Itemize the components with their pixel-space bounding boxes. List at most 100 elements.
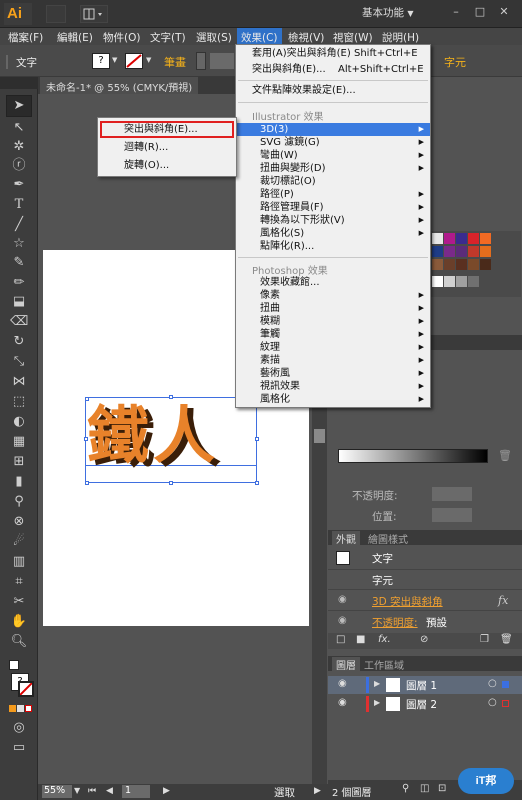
star-tool-icon[interactable]: ☆ xyxy=(10,236,28,252)
stroke-weight-field[interactable] xyxy=(210,53,234,69)
layer-name[interactable]: 圖層 2 xyxy=(406,697,437,712)
visibility-eye-icon[interactable]: ◉ xyxy=(338,697,347,708)
stroke-label[interactable]: 筆畫 xyxy=(164,54,186,70)
appearance-character[interactable]: 字元 xyxy=(372,573,393,588)
handle-bottom-center[interactable] xyxy=(169,481,173,485)
duplicate-item-icon[interactable]: ❐ xyxy=(480,634,489,645)
minimize-button[interactable]: – xyxy=(448,4,464,20)
draw-mode-icon[interactable]: ◎ xyxy=(10,720,28,736)
first-artboard-icon[interactable]: ⏮ xyxy=(88,786,96,796)
fill-swatch[interactable]: ? xyxy=(92,53,110,69)
menu-item-pixelate[interactable]: 像素 ▶ xyxy=(236,289,430,302)
screen-mode-icon[interactable]: ▭ xyxy=(10,740,28,756)
submenu-item-rotate[interactable]: 旋轉(O)... xyxy=(98,158,236,174)
stroke-dropdown-icon[interactable]: ▼ xyxy=(146,56,151,64)
gradient-tool-icon[interactable]: ▮ xyxy=(10,474,28,490)
submenu-item-revolve[interactable]: 迴轉(R)... xyxy=(98,140,236,156)
menu-item-3d[interactable]: 3D(3) ▶ xyxy=(236,123,430,136)
clear-appearance-icon[interactable]: ⊘ xyxy=(420,634,428,645)
gradient-slider[interactable] xyxy=(338,449,488,463)
menu-item-stylize-ps[interactable]: 風格化 ▶ xyxy=(236,393,430,406)
menu-item-effect-gallery[interactable]: 效果收藏館... xyxy=(236,276,430,289)
zoom-dropdown-icon[interactable]: ▼ xyxy=(74,786,80,795)
paintbrush-tool-icon[interactable]: ✎ xyxy=(10,255,28,271)
next-artboard-icon[interactable]: ▶ xyxy=(163,786,170,796)
scale-tool-icon[interactable]: ⤡ xyxy=(10,354,28,370)
menu-item-path[interactable]: 路徑(P) ▶ xyxy=(236,188,430,201)
layer-name[interactable]: 圖層 1 xyxy=(406,678,437,693)
symbol-sprayer-tool-icon[interactable]: ☄ xyxy=(10,534,28,550)
lasso-tool-icon[interactable]: ⓡ xyxy=(10,158,28,174)
fill-dropdown-icon[interactable]: ▼ xyxy=(112,56,117,64)
swatch[interactable] xyxy=(444,246,455,257)
clipping-mask-icon[interactable]: ◫ xyxy=(420,783,429,794)
arrange-documents-icon[interactable] xyxy=(80,5,108,23)
column-graph-tool-icon[interactable]: ▥ xyxy=(10,554,28,570)
add-effect-icon[interactable]: fx. xyxy=(378,634,391,645)
menu-item-warp[interactable]: 彎曲(W) ▶ xyxy=(236,149,430,162)
tab-graphic-styles[interactable]: 繪圖樣式 xyxy=(368,531,408,546)
selection-indicator[interactable] xyxy=(502,700,509,707)
expand-arrow-icon[interactable]: ▶ xyxy=(374,698,380,707)
status-menu-icon[interactable]: ▶ xyxy=(314,786,321,796)
swatch[interactable] xyxy=(444,259,455,270)
swatch[interactable] xyxy=(468,276,479,287)
menu-type[interactable]: 文字(T) xyxy=(150,30,186,45)
menu-item-artistic[interactable]: 藝術風 ▶ xyxy=(236,367,430,380)
close-button[interactable]: ✕ xyxy=(496,4,512,20)
target-icon[interactable]: ○ xyxy=(488,678,497,689)
target-icon[interactable]: ○ xyxy=(488,697,497,708)
menu-item-apply-last-effect[interactable]: 套用(A)突出與斜角(E) Shift+Ctrl+E xyxy=(236,47,430,60)
menu-item-video[interactable]: 視訊效果 ▶ xyxy=(236,380,430,393)
swatch[interactable] xyxy=(468,259,479,270)
swatch[interactable] xyxy=(456,233,467,244)
pencil-tool-icon[interactable]: ✏ xyxy=(10,275,28,291)
opacity-field[interactable] xyxy=(432,487,472,501)
handle-bottom-left[interactable] xyxy=(85,481,89,485)
trash-icon[interactable]: 🗑︎ xyxy=(498,449,512,462)
blob-brush-tool-icon[interactable]: ⬓ xyxy=(10,294,28,310)
selection-indicator[interactable] xyxy=(502,681,509,688)
maximize-button[interactable]: □ xyxy=(472,4,488,20)
character-label[interactable]: 字元 xyxy=(444,54,466,70)
tab-layers[interactable]: 圖層 xyxy=(332,657,360,672)
tab-appearance[interactable]: 外觀 xyxy=(332,531,360,546)
width-tool-icon[interactable]: ⋈ xyxy=(10,374,28,390)
add-fill-icon[interactable]: ■ xyxy=(356,634,365,645)
menu-file[interactable]: 檔案(F) xyxy=(8,30,43,45)
menu-item-crop-marks[interactable]: 裁切標記(O) xyxy=(236,175,430,188)
swatch[interactable] xyxy=(444,233,455,244)
menu-edit[interactable]: 編輯(E) xyxy=(57,30,93,45)
none-mode-icon[interactable] xyxy=(25,705,32,712)
shape-builder-tool-icon[interactable]: ◐ xyxy=(10,414,28,430)
delete-item-icon[interactable]: 🗑︎ xyxy=(500,634,513,645)
swatch[interactable] xyxy=(432,276,443,287)
tab-artboards[interactable]: 工作區域 xyxy=(364,657,404,672)
menu-item-brush-strokes[interactable]: 筆觸 ▶ xyxy=(236,328,430,341)
menu-item-distort-transform[interactable]: 扭曲與變形(D) ▶ xyxy=(236,162,430,175)
layer-row[interactable]: ◉ ▶ 圖層 2 ○ xyxy=(328,695,522,713)
menu-effect[interactable]: 效果(C) xyxy=(237,28,282,45)
stroke-weight-stepper[interactable] xyxy=(196,52,206,70)
magic-wand-tool-icon[interactable]: ✲ xyxy=(10,139,28,155)
slice-tool-icon[interactable]: ✂ xyxy=(10,594,28,610)
color-mode-icon[interactable] xyxy=(9,705,16,712)
default-colors-icon[interactable] xyxy=(9,660,19,670)
document-tab[interactable]: 未命名-1* @ 55% (CMYK/預視) xyxy=(40,77,199,94)
artboard-tool-icon[interactable]: ⌗ xyxy=(10,574,28,590)
menu-item-convert-to-shape[interactable]: 轉換為以下形狀(V) ▶ xyxy=(236,214,430,227)
appearance-effect-3d[interactable]: 3D 突出與斜角 xyxy=(372,594,443,609)
visibility-eye-icon[interactable]: ◉ xyxy=(338,615,347,626)
fx-icon[interactable]: fx xyxy=(498,594,508,607)
scrollbar-thumb[interactable] xyxy=(314,429,325,443)
expand-arrow-icon[interactable]: ▶ xyxy=(374,679,380,688)
appearance-opacity[interactable]: 不透明度: xyxy=(372,615,418,630)
menu-item-sketch[interactable]: 素描 ▶ xyxy=(236,354,430,367)
new-sublayer-icon[interactable]: ⊡ xyxy=(438,783,446,794)
swatch[interactable] xyxy=(444,276,455,287)
menu-item-distort[interactable]: 扭曲 ▶ xyxy=(236,302,430,315)
artwork-3d-text[interactable]: 鐵人 鐵人 xyxy=(81,395,261,491)
eraser-tool-icon[interactable]: ⌫ xyxy=(10,314,28,330)
hand-tool-icon[interactable]: ✋ xyxy=(10,614,28,630)
stroke-swatch[interactable] xyxy=(125,53,143,69)
